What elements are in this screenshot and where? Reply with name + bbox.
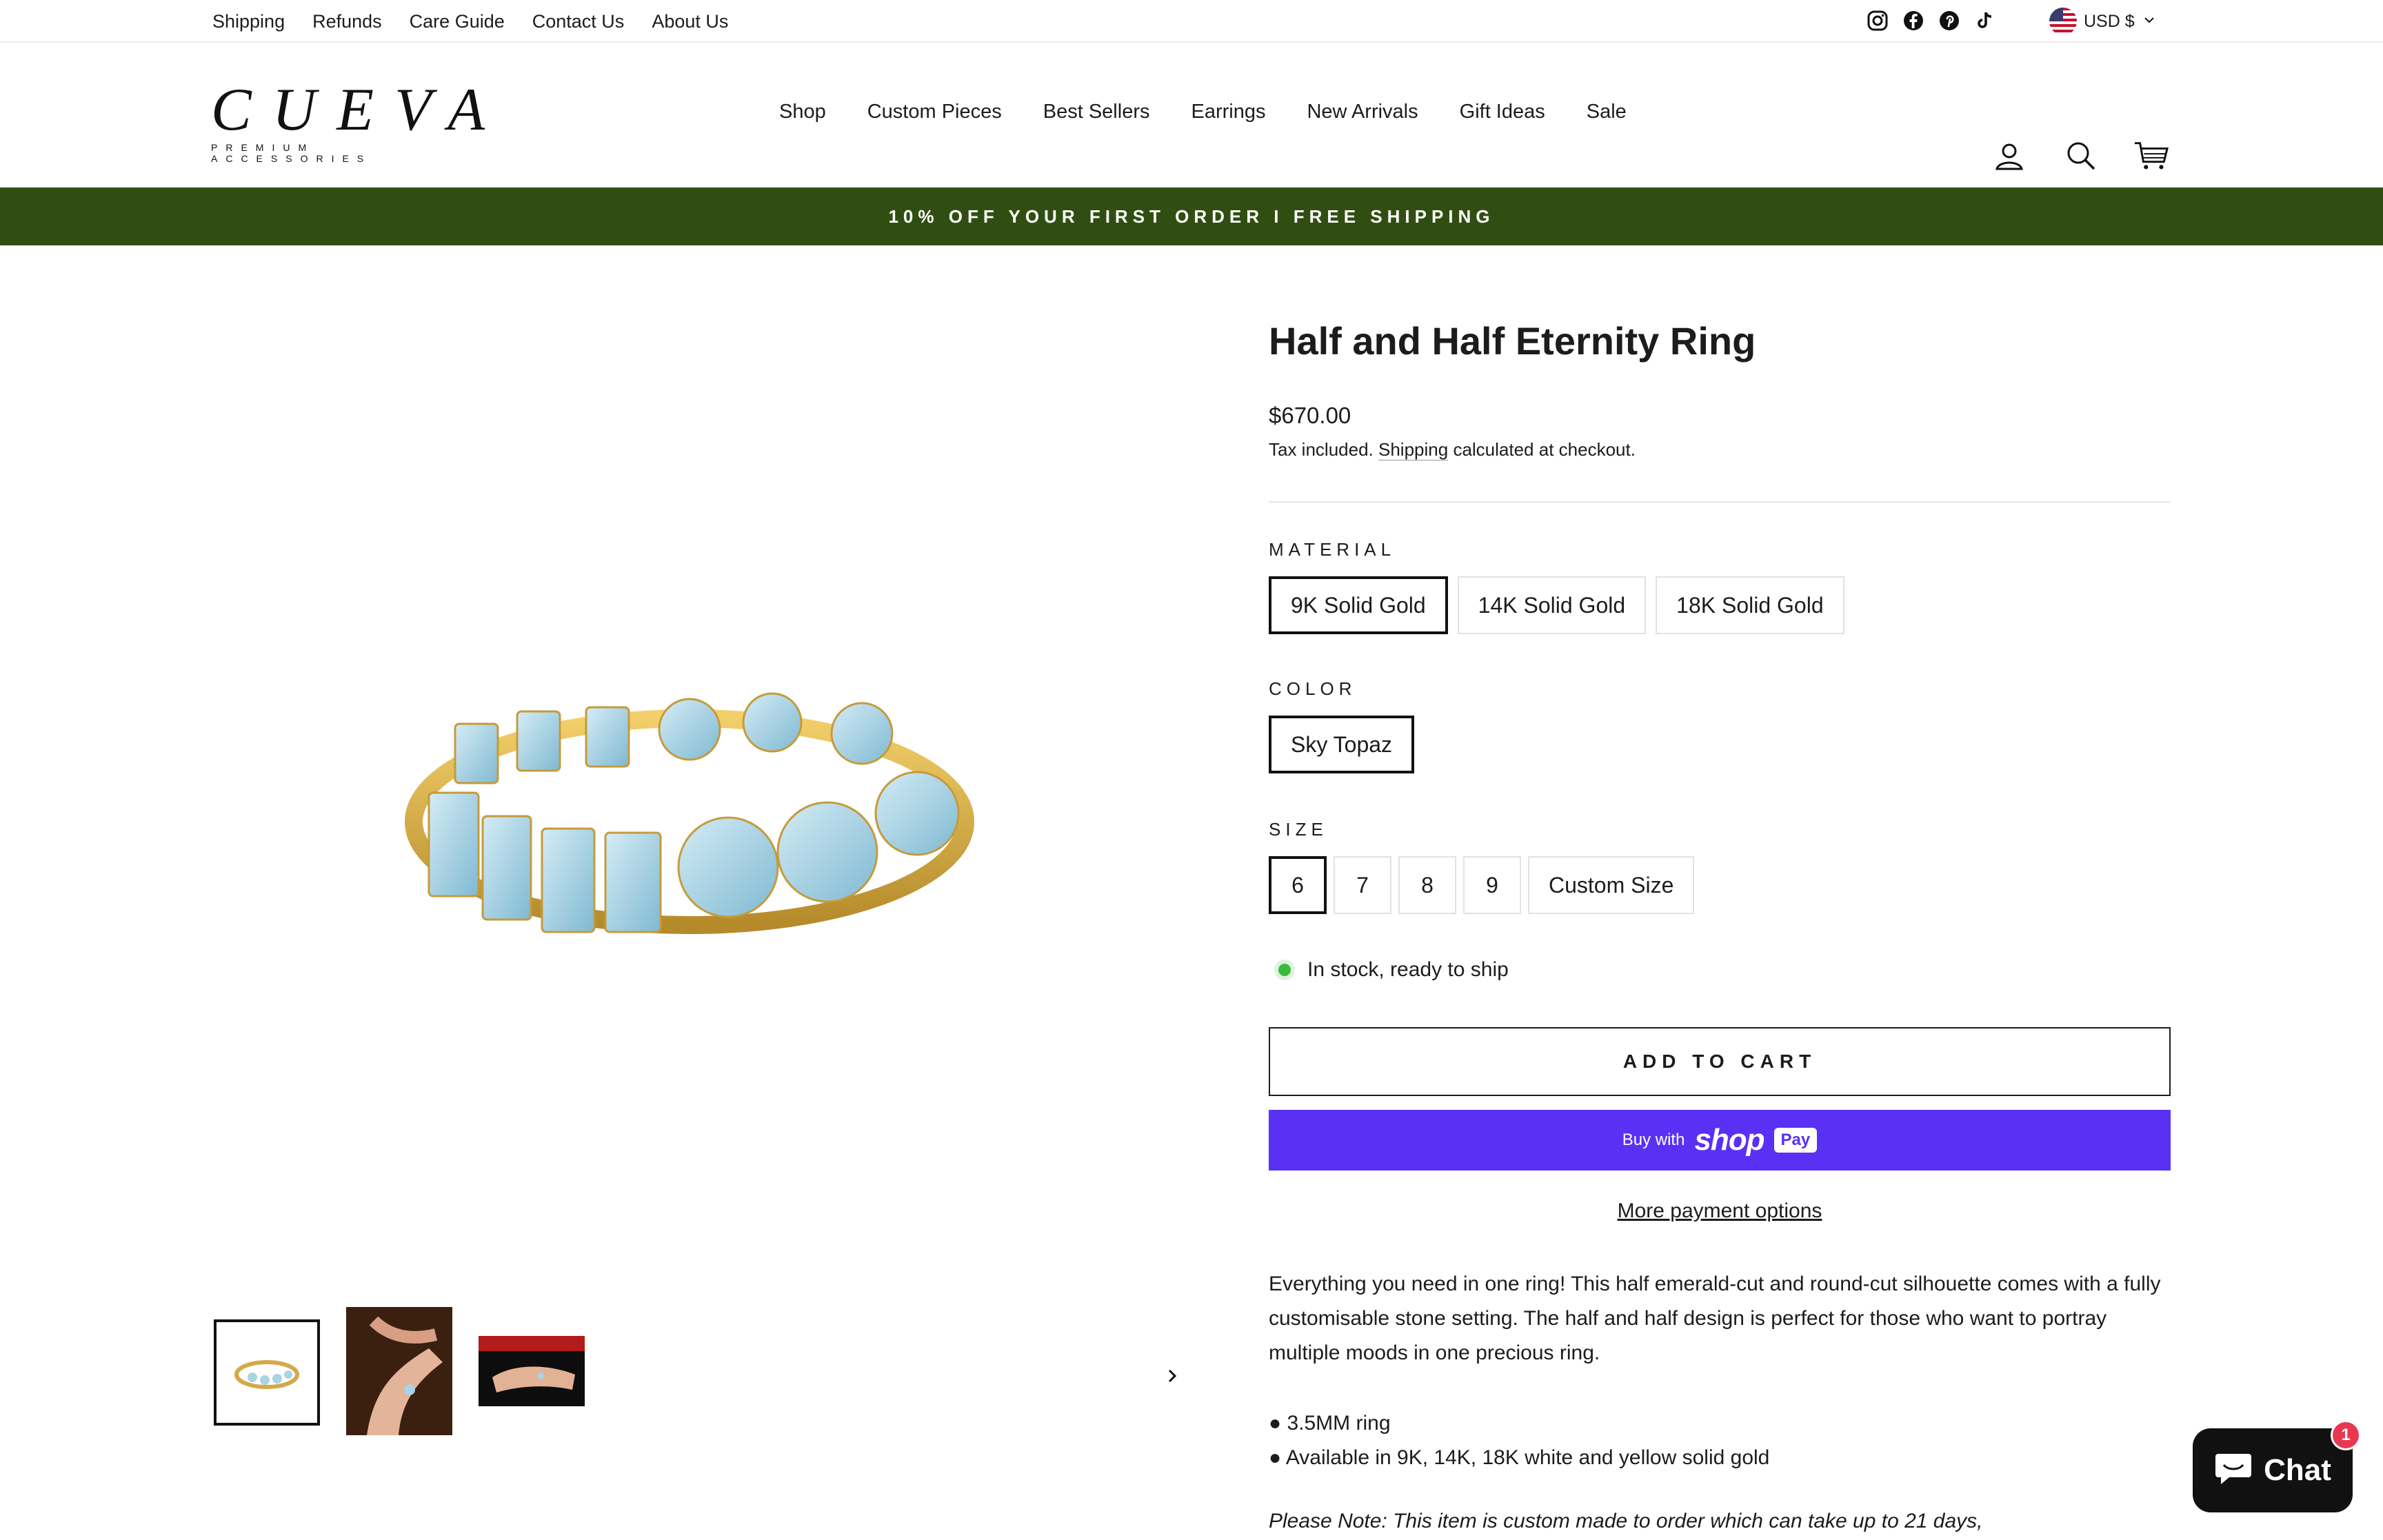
currency-selector[interactable]: USD $ <box>2049 7 2157 36</box>
custom-order-note: Please Note: This item is custom made to… <box>1269 1510 1983 1532</box>
material-option-18k[interactable]: 18K Solid Gold <box>1656 576 1844 634</box>
brand-logo[interactable]: CUEVA PREMIUM ACCESSORIES <box>211 77 505 165</box>
material-label: MATERIAL <box>1269 539 1396 560</box>
add-to-cart-button[interactable]: ADD TO CART <box>1269 1027 2171 1096</box>
product-features: ● 3.5MM ring ● Available in 9K, 14K, 18K… <box>1269 1406 1769 1475</box>
nav-shop[interactable]: Shop <box>779 101 826 123</box>
shop-pay-button[interactable]: Buy with shop Pay <box>1269 1110 2171 1171</box>
product-price: $670.00 <box>1269 403 1351 428</box>
color-option-sky-topaz[interactable]: Sky Topaz <box>1269 716 1415 773</box>
chevron-right-icon[interactable] <box>1158 1362 1186 1390</box>
nav-best-sellers[interactable]: Best Sellers <box>1043 101 1150 123</box>
main-navigation: Shop Custom Pieces Best Sellers Earrings… <box>779 101 1627 123</box>
shop-pay-prefix: Buy with <box>1622 1131 1685 1149</box>
chat-button[interactable]: Chat <box>2193 1428 2353 1512</box>
chat-label: Chat <box>2264 1453 2331 1487</box>
nav-custom-pieces[interactable]: Custom Pieces <box>867 101 1002 123</box>
nav-new-arrivals[interactable]: New Arrivals <box>1307 101 1418 123</box>
promo-banner: 10% OFF YOUR FIRST ORDER I FREE SHIPPING <box>0 188 2383 245</box>
divider <box>1269 501 2171 503</box>
tax-prefix: Tax included. <box>1269 439 1374 460</box>
us-flag-icon <box>2049 8 2077 35</box>
stock-text: In stock, ready to ship <box>1307 958 1509 981</box>
size-option-7[interactable]: 7 <box>1334 856 1391 914</box>
shop-pay-badge: Pay <box>1773 1128 1818 1153</box>
thumbnail-ring[interactable] <box>214 1319 320 1426</box>
utility-links: Shipping Refunds Care Guide Contact Us A… <box>212 0 728 43</box>
size-option-6[interactable]: 6 <box>1269 856 1327 914</box>
size-option-8[interactable]: 8 <box>1398 856 1456 914</box>
product-title: Half and Half Eternity Ring <box>1269 319 1756 363</box>
size-label: SIZE <box>1269 819 1328 840</box>
logo-tagline: PREMIUM ACCESSORIES <box>211 142 372 164</box>
chevron-down-icon <box>2142 12 2157 31</box>
shop-pay-logo: shop <box>1694 1123 1764 1157</box>
thumbnail-hand-red[interactable] <box>479 1336 585 1406</box>
color-options: Sky Topaz <box>1269 716 1415 773</box>
search-icon[interactable] <box>2063 138 2099 174</box>
size-option-custom[interactable]: Custom Size <box>1528 856 1695 914</box>
utility-link-care-guide[interactable]: Care Guide <box>410 11 505 32</box>
material-options: 9K Solid Gold 14K Solid Gold 18K Solid G… <box>1269 576 1844 634</box>
feature-text: Available in 9K, 14K, 18K white and yell… <box>1285 1446 1770 1469</box>
currency-label: USD $ <box>2084 11 2135 31</box>
nav-sale[interactable]: Sale <box>1587 101 1627 123</box>
color-label: COLOR <box>1269 678 1357 699</box>
more-payment-options-link[interactable]: More payment options <box>1269 1199 2171 1223</box>
shipping-link[interactable]: Shipping <box>1378 439 1449 460</box>
material-option-14k[interactable]: 14K Solid Gold <box>1457 576 1647 634</box>
thumbnail-hand-wrist[interactable] <box>346 1307 452 1435</box>
utility-link-shipping[interactable]: Shipping <box>212 11 285 32</box>
nav-gift-ideas[interactable]: Gift Ideas <box>1460 101 1545 123</box>
size-options: 6 7 8 9 Custom Size <box>1269 856 1695 914</box>
logo-wordmark: CUEVA <box>211 77 505 143</box>
chat-notification-badge: 1 <box>2331 1420 2361 1450</box>
promo-text: 10% OFF YOUR FIRST ORDER I FREE SHIPPING <box>888 205 1495 227</box>
site-header: CUEVA PREMIUM ACCESSORIES Shop Custom Pi… <box>0 43 2383 188</box>
social-links <box>1866 7 1997 34</box>
feature-item: ● Available in 9K, 14K, 18K white and ye… <box>1269 1446 1770 1469</box>
in-stock-dot-icon <box>1278 964 1291 976</box>
product-description: Everything you need in one ring! This ha… <box>1269 1273 2161 1364</box>
utility-link-contact-us[interactable]: Contact Us <box>532 11 625 32</box>
utility-link-about-us[interactable]: About Us <box>652 11 728 32</box>
instagram-icon[interactable] <box>1866 9 1889 32</box>
feature-item: ● 3.5MM ring <box>1269 1412 1391 1435</box>
tax-note: Tax included. Shipping calculated at che… <box>1269 439 1636 460</box>
feature-text: 3.5MM ring <box>1287 1412 1391 1435</box>
pinterest-icon[interactable] <box>1938 9 1961 32</box>
tax-suffix: calculated at checkout. <box>1453 439 1636 460</box>
size-option-9[interactable]: 9 <box>1463 856 1521 914</box>
facebook-icon[interactable] <box>1902 9 1925 32</box>
utility-link-refunds[interactable]: Refunds <box>312 11 382 32</box>
nav-earrings[interactable]: Earrings <box>1191 101 1265 123</box>
utility-bar: Shipping Refunds Care Guide Contact Us A… <box>0 0 2383 43</box>
cart-icon[interactable] <box>2133 138 2169 174</box>
chat-bubble-icon <box>2214 1451 2253 1490</box>
stock-status: In stock, ready to ship <box>1269 958 1509 982</box>
account-icon[interactable] <box>1991 138 2027 174</box>
tiktok-icon[interactable] <box>1973 9 1997 32</box>
product-main-image[interactable] <box>386 648 993 951</box>
material-option-9k[interactable]: 9K Solid Gold <box>1269 576 1448 634</box>
